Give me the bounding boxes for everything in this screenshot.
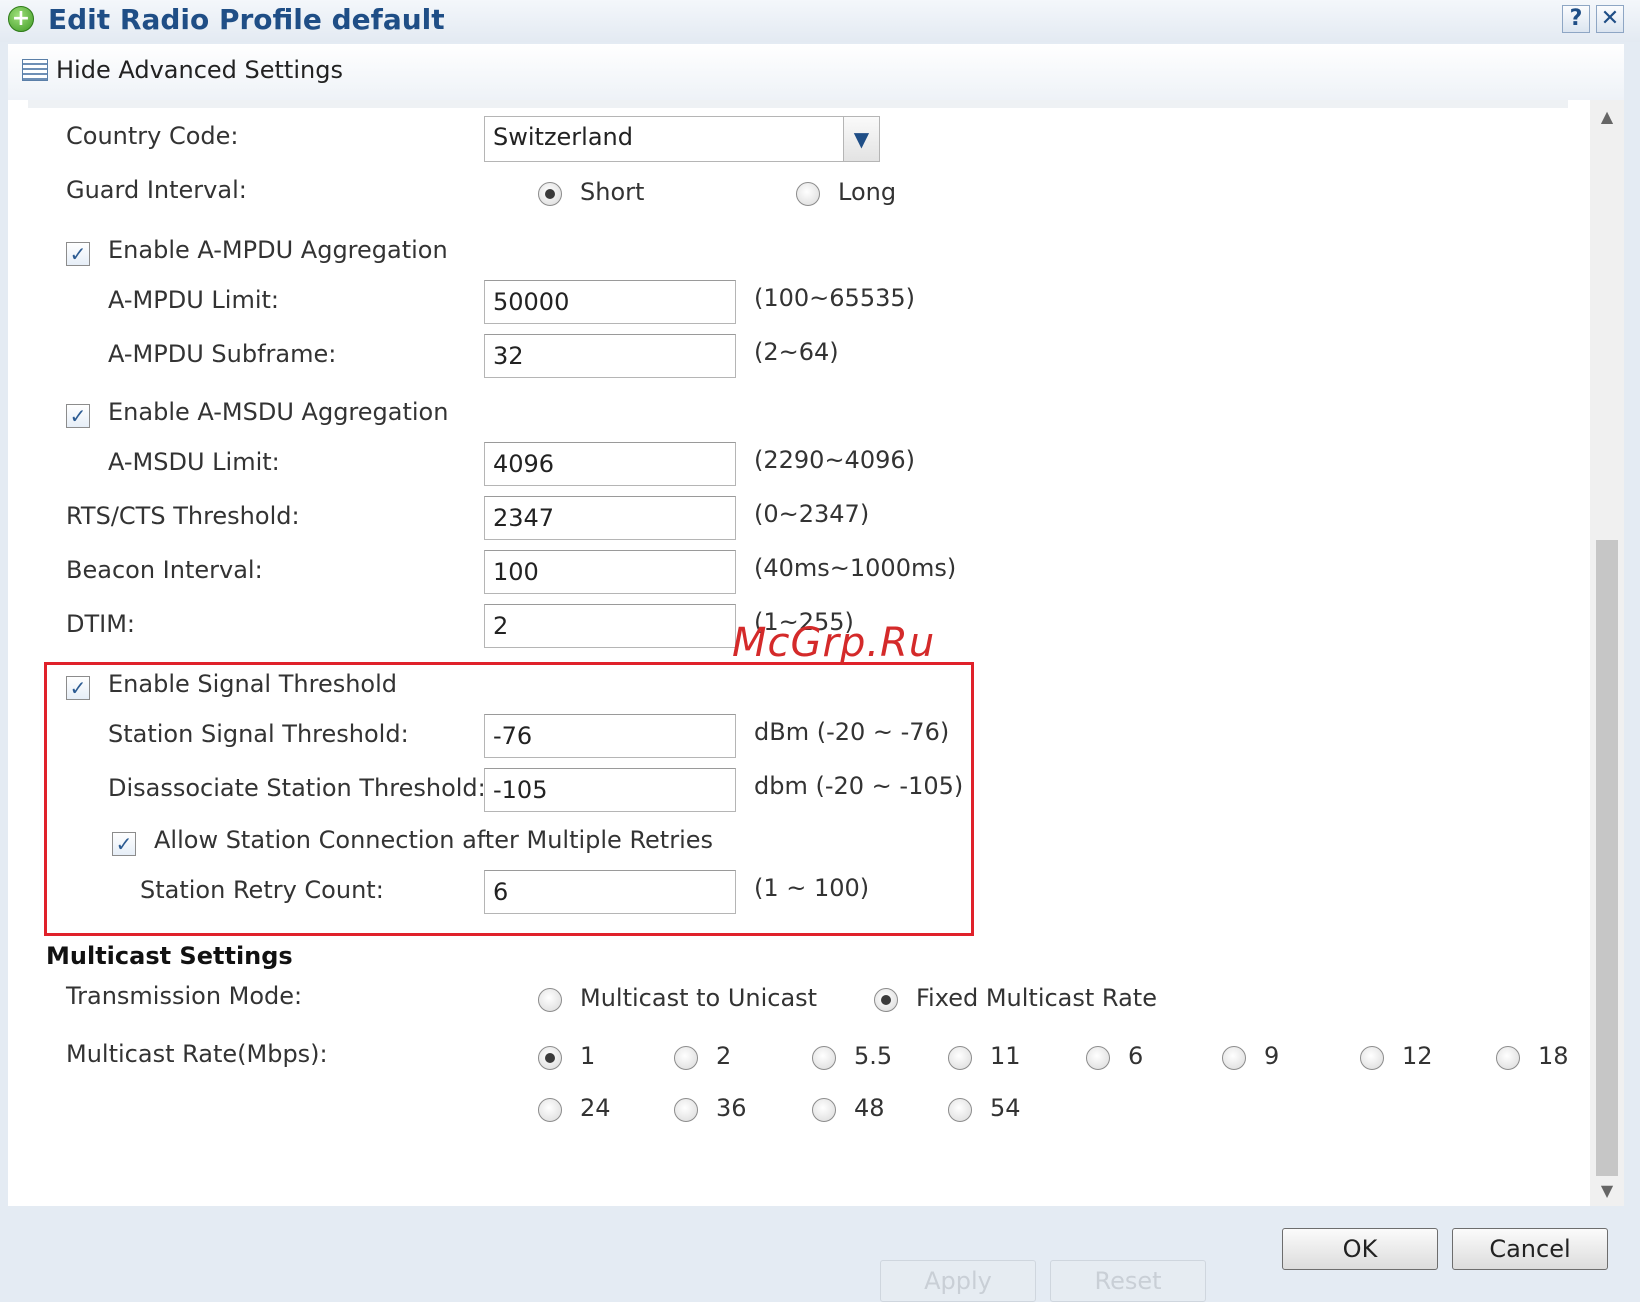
rate-radio-5-5[interactable] (812, 1046, 836, 1070)
enable-amsdu-checkbox[interactable]: ✓ (66, 404, 90, 428)
beacon-interval-label: Beacon Interval: (66, 556, 263, 584)
hide-advanced-settings-link[interactable]: Hide Advanced Settings (56, 56, 343, 84)
rate-radio-1[interactable] (538, 1046, 562, 1070)
rate-label-24: 24 (580, 1094, 611, 1122)
dialog-titlebar: + Edit Radio Profile default ? ✕ (0, 0, 1640, 42)
rts-cts-input[interactable] (484, 496, 736, 540)
rate-label-11: 11 (990, 1042, 1021, 1070)
ampdu-subframe-range: (2~64) (754, 338, 839, 366)
dialog-content: Country Code: Switzerland ▼ Guard Interv… (8, 100, 1590, 1206)
station-signal-threshold-input[interactable] (484, 714, 736, 758)
beacon-interval-range: (40ms~1000ms) (754, 554, 957, 582)
dialog-toolbar: Hide Advanced Settings (8, 44, 1624, 101)
rate-radio-54[interactable] (948, 1098, 972, 1122)
fixed-multicast-rate-radio[interactable] (874, 988, 898, 1012)
settings-list-icon (22, 59, 48, 81)
guard-interval-label: Guard Interval: (66, 176, 247, 204)
content-divider (28, 100, 1568, 108)
multicast-to-unicast-radio[interactable] (538, 988, 562, 1012)
amsdu-limit-input[interactable] (484, 442, 736, 486)
enable-signal-threshold-checkbox[interactable]: ✓ (66, 676, 90, 700)
allow-retry-checkbox[interactable]: ✓ (112, 832, 136, 856)
rate-label-12: 12 (1402, 1042, 1433, 1070)
vertical-scrollbar[interactable]: ▲ ▼ (1590, 100, 1624, 1206)
enable-signal-threshold-label: Enable Signal Threshold (108, 670, 398, 698)
amsdu-limit-label: A-MSDU Limit: (108, 448, 280, 476)
country-code-label: Country Code: (66, 122, 239, 150)
help-button[interactable]: ? (1562, 5, 1590, 33)
enable-ampdu-checkbox[interactable]: ✓ (66, 242, 90, 266)
rate-radio-2[interactable] (674, 1046, 698, 1070)
amsdu-limit-range: (2290~4096) (754, 446, 915, 474)
rate-radio-11[interactable] (948, 1046, 972, 1070)
rate-label-2: 2 (716, 1042, 732, 1070)
rate-label-6: 6 (1128, 1042, 1144, 1070)
guard-interval-long-label: Long (838, 178, 897, 206)
enable-amsdu-label: Enable A-MSDU Aggregation (108, 398, 449, 426)
ampdu-limit-label: A-MPDU Limit: (108, 286, 279, 314)
rate-label-48: 48 (854, 1094, 885, 1122)
scroll-down-arrow-icon[interactable]: ▼ (1590, 1176, 1624, 1206)
ok-button[interactable]: OK (1282, 1228, 1438, 1270)
close-button[interactable]: ✕ (1596, 5, 1624, 33)
rate-radio-36[interactable] (674, 1098, 698, 1122)
rate-label-9: 9 (1264, 1042, 1280, 1070)
rate-label-1: 1 (580, 1042, 596, 1070)
country-code-value: Switzerland (493, 123, 633, 151)
watermark: McGrp.Ru (732, 620, 936, 666)
rate-label-18: 18 (1538, 1042, 1569, 1070)
reset-button: Reset (1050, 1260, 1206, 1302)
station-signal-threshold-range: dBm (-20 ~ -76) (754, 718, 950, 746)
rate-radio-12[interactable] (1360, 1046, 1384, 1070)
rate-label-5-5: 5.5 (854, 1042, 893, 1070)
add-profile-icon: + (8, 6, 34, 32)
dialog-title: Edit Radio Profile default (48, 3, 445, 36)
apply-button: Apply (880, 1260, 1036, 1302)
disassociate-threshold-range: dbm (-20 ~ -105) (754, 772, 964, 800)
enable-ampdu-label: Enable A-MPDU Aggregation (108, 236, 448, 264)
transmission-mode-label: Transmission Mode: (66, 982, 303, 1010)
disassociate-threshold-input[interactable] (484, 768, 736, 812)
scroll-up-arrow-icon[interactable]: ▲ (1590, 102, 1624, 132)
rts-cts-range: (0~2347) (754, 500, 870, 528)
multicast-settings-title: Multicast Settings (46, 942, 293, 970)
station-signal-threshold-label: Station Signal Threshold: (108, 720, 409, 748)
rts-cts-label: RTS/CTS Threshold: (66, 502, 300, 530)
multicast-to-unicast-label: Multicast to Unicast (580, 984, 818, 1012)
dialog-footer: Apply Reset OK Cancel (0, 1206, 1640, 1302)
guard-interval-short-label: Short (580, 178, 645, 206)
beacon-interval-input[interactable] (484, 550, 736, 594)
guard-interval-long-radio[interactable] (796, 182, 820, 206)
ampdu-subframe-label: A-MPDU Subframe: (108, 340, 337, 368)
rate-radio-48[interactable] (812, 1098, 836, 1122)
allow-retry-label: Allow Station Connection after Multiple … (154, 826, 714, 854)
rate-label-54: 54 (990, 1094, 1021, 1122)
guard-interval-short-radio[interactable] (538, 182, 562, 206)
rate-radio-18[interactable] (1496, 1046, 1520, 1070)
dtim-input[interactable] (484, 604, 736, 648)
station-retry-count-label: Station Retry Count: (140, 876, 384, 904)
ampdu-subframe-input[interactable] (484, 334, 736, 378)
chevron-down-icon[interactable]: ▼ (843, 117, 879, 161)
rate-radio-24[interactable] (538, 1098, 562, 1122)
station-retry-count-input[interactable] (484, 870, 736, 914)
fixed-multicast-rate-label: Fixed Multicast Rate (916, 984, 1157, 1012)
cancel-button[interactable]: Cancel (1452, 1228, 1608, 1270)
rate-label-36: 36 (716, 1094, 747, 1122)
station-retry-count-range: (1 ~ 100) (754, 874, 870, 902)
dtim-label: DTIM: (66, 610, 136, 638)
rate-radio-6[interactable] (1086, 1046, 1110, 1070)
ampdu-limit-range: (100~65535) (754, 284, 915, 312)
disassociate-threshold-label: Disassociate Station Threshold: (108, 774, 486, 802)
rate-radio-9[interactable] (1222, 1046, 1246, 1070)
ampdu-limit-input[interactable] (484, 280, 736, 324)
country-code-select[interactable]: Switzerland ▼ (484, 116, 880, 162)
scrollbar-thumb[interactable] (1596, 540, 1618, 1176)
multicast-rate-label: Multicast Rate(Mbps): (66, 1040, 328, 1068)
